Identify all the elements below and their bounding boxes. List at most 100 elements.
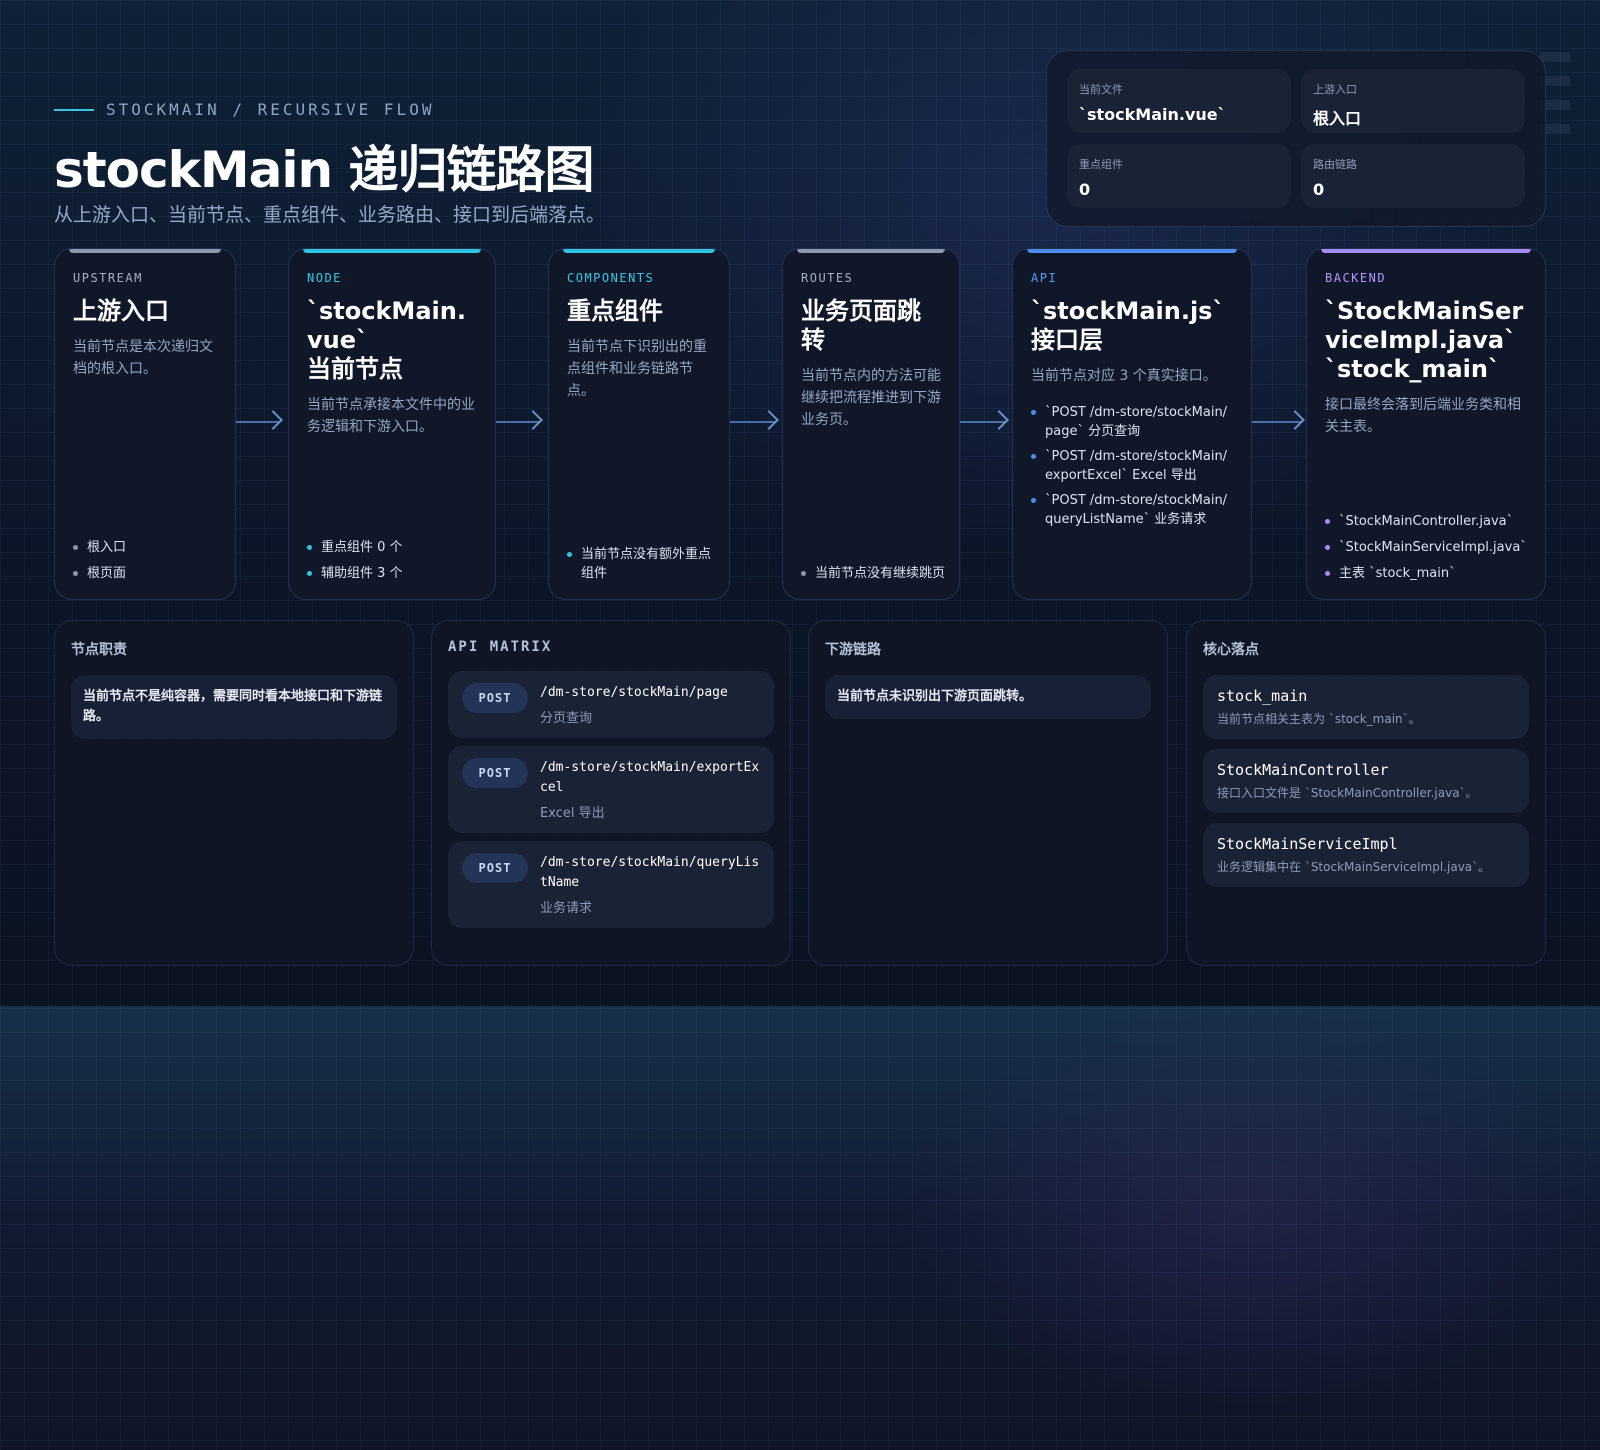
panel-api-matrix: API MATRIX POST /dm-store/stockMain/page… [431,620,791,966]
arrow-right-icon [989,410,1009,430]
eyebrow-accent-line [54,108,94,111]
stat-upstream: 上游入口 根入口 [1301,69,1525,133]
api-path: /dm-store/stockMain/page [540,685,728,700]
card-title: `stockMain.js` 接口层 [1031,297,1225,354]
panel-title: API MATRIX [448,639,553,655]
api-path: /dm-store/stockMain/exportExcel [540,760,760,795]
bullet-item: `StockMainServiceImpl.java` [1325,538,1531,557]
api-row-body: /dm-store/stockMain/queryListName 业务请求 [540,853,760,916]
card-title: 上游入口 [73,297,169,325]
api-path: /dm-store/stockMain/queryListName [540,855,760,890]
flow-card-components: COMPONENTS 重点组件 当前节点下识别出的重点组件和业务链路节点。 当前… [548,248,730,600]
card-kicker: COMPONENTS [567,271,655,285]
eyebrow: STOCKMAIN / RECURSIVE FLOW [54,100,434,119]
arrow-right-icon [1285,410,1305,430]
card-bullets: 当前节点没有继续跳页 [801,557,945,583]
flow-arrow [1252,410,1306,434]
api-row: POST /dm-store/stockMain/exportExcel Exc… [448,746,774,833]
bullet-item: 当前节点没有继续跳页 [801,564,945,583]
bullet-item: 根入口 [73,538,221,557]
flow-card-api: API `stockMain.js` 接口层 当前节点对应 3 个真实接口。 `… [1012,248,1252,600]
page-subtitle: 从上游入口、当前节点、重点组件、业务路由、接口到后端落点。 [54,204,606,226]
panel-core-landing: 核心落点 stock_main 当前节点相关主表为 `stock_main`。 … [1186,620,1546,966]
core-row: StockMainServiceImpl 业务逻辑集中在 `StockMainS… [1203,823,1529,887]
card-desc: 当前节点下识别出的重点组件和业务链路节点。 [567,339,707,399]
card-desc: 当前节点对应 3 个真实接口。 [1031,368,1217,384]
card-desc: 当前节点承接本文件中的业务逻辑和下游入口。 [307,397,475,435]
flow-card-backend: BACKEND `StockMainServiceImpl.java` `sto… [1306,248,1546,600]
core-row: StockMainController 接口入口文件是 `StockMainCo… [1203,749,1529,813]
card-bullets: `POST /dm-store/stockMain/page` 分页查询 `PO… [1031,403,1233,529]
api-row: POST /dm-store/stockMain/page 分页查询 [448,671,774,738]
stat-current-file: 当前文件 `stockMain.vue` [1067,69,1291,133]
panel-title: 核心落点 [1203,642,1259,658]
duty-note: 当前节点不是纯容器，需要同时看本地接口和下游链路。 [71,675,397,739]
flow-arrow [496,410,544,434]
card-kicker: NODE [307,271,342,285]
panel-title: 下游链路 [825,642,881,658]
arrow-right-icon [523,410,543,430]
eyebrow-text: STOCKMAIN / RECURSIVE FLOW [106,100,435,119]
card-bullets: `StockMainController.java` `StockMainSer… [1325,505,1531,583]
bullet-item: 辅助组件 3 个 [307,564,481,583]
api-row-body: /dm-store/stockMain/page 分页查询 [540,683,728,726]
stats-panel: 当前文件 `stockMain.vue` 上游入口 根入口 重点组件 0 路由链… [1046,50,1546,227]
card-kicker: ROUTES [801,271,854,285]
arrow-right-icon [759,410,779,430]
arrow-right-icon [263,410,283,430]
bullet-item: 主表 `stock_main` [1325,564,1531,583]
flow-arrow [236,410,284,434]
flow-arrow [960,410,1010,434]
api-row: POST /dm-store/stockMain/queryListName 业… [448,841,774,928]
api-row-body: /dm-store/stockMain/exportExcel Excel 导出 [540,758,760,821]
flow-card-node: NODE `stockMain.vue` 当前节点 当前节点承接本文件中的业务逻… [288,248,496,600]
card-desc: 当前节点是本次递归文档的根入口。 [73,339,213,377]
card-title: 重点组件 [567,297,663,325]
core-desc: 当前节点相关主表为 `stock_main`。 [1217,712,1421,726]
card-title: 业务页面跳转 [801,297,921,354]
card-kicker: UPSTREAM [73,271,143,285]
core-desc: 接口入口文件是 `StockMainController.java`。 [1217,786,1478,800]
panel-title: 节点职责 [71,642,127,658]
stat-value: 0 [1313,179,1325,199]
method-badge: POST [462,853,528,883]
downstream-note: 当前节点未识别出下游页面跳转。 [825,675,1151,719]
stat-label: 当前文件 [1079,83,1123,96]
core-row: stock_main 当前节点相关主表为 `stock_main`。 [1203,675,1529,739]
flow-card-routes: ROUTES 业务页面跳转 当前节点内的方法可能继续把流程推进到下游业务页。 当… [782,248,960,600]
bullet-item: 当前节点没有额外重点组件 [567,545,715,583]
card-desc: 接口最终会落到后端业务类和相关主表。 [1325,397,1521,435]
card-title: `StockMainServiceImpl.java` `stock_main` [1325,297,1524,383]
bullet-item: `StockMainController.java` [1325,512,1531,531]
flow-arrow [730,410,780,434]
bullet-item: 重点组件 0 个 [307,538,481,557]
page-title: stockMain 递归链路图 [54,141,595,199]
method-badge: POST [462,758,528,788]
bullet-item: 根页面 [73,564,221,583]
card-title: `stockMain.vue` 当前节点 [307,297,466,383]
stat-value: 根入口 [1313,109,1362,128]
card-desc: 当前节点内的方法可能继续把流程推进到下游业务页。 [801,368,941,428]
stat-label: 上游入口 [1313,83,1357,96]
stat-value: `stockMain.vue` [1079,105,1226,124]
card-kicker: API [1031,271,1058,285]
card-kicker: BACKEND [1325,271,1387,285]
card-bullets: 重点组件 0 个 辅助组件 3 个 [307,531,481,583]
core-name: StockMainServiceImpl [1217,835,1398,853]
api-desc: Excel 导出 [540,806,605,821]
stat-label: 重点组件 [1079,157,1123,171]
api-desc: 业务请求 [540,901,593,916]
method-badge: POST [462,683,528,713]
flow-card-upstream: UPSTREAM 上游入口 当前节点是本次递归文档的根入口。 根入口 根页面 [54,248,236,600]
card-bullets: 根入口 根页面 [73,531,221,583]
core-desc: 业务逻辑集中在 `StockMainServiceImpl.java`。 [1217,860,1491,874]
core-name: StockMainController [1217,761,1389,779]
stat-routes: 路由链路 0 [1301,143,1525,208]
stat-label: 路由链路 [1313,157,1357,171]
core-name: stock_main [1217,687,1308,705]
panel-node-duty: 节点职责 当前节点不是纯容器，需要同时看本地接口和下游链路。 [54,620,414,966]
bullet-item: `POST /dm-store/stockMain/exportExcel` E… [1031,447,1233,485]
panel-downstream: 下游链路 当前节点未识别出下游页面跳转。 [808,620,1168,966]
card-bullets: 当前节点没有额外重点组件 [567,538,715,583]
stat-components: 重点组件 0 [1067,143,1291,208]
